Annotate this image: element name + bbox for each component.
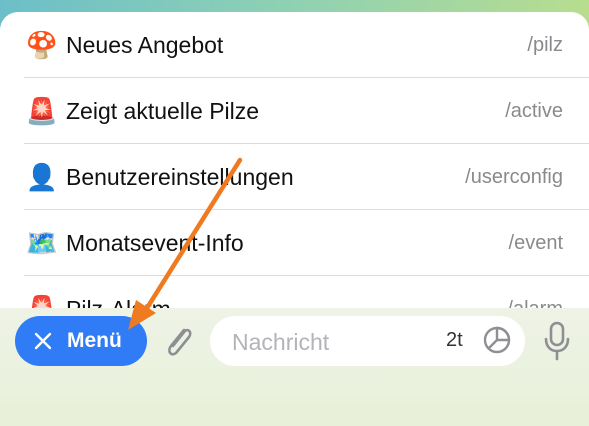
command-label: Monatsevent-Info	[66, 229, 244, 256]
menu-button[interactable]: Menü	[15, 316, 147, 366]
command-name: /userconfig	[465, 165, 563, 188]
message-counter: 2t	[446, 329, 463, 351]
siren-icon: 🚨	[25, 95, 59, 126]
microphone-icon[interactable]	[542, 320, 572, 362]
command-label: Benutzereinstellungen	[66, 163, 294, 190]
command-name: /pilz	[527, 33, 563, 56]
user-icon: 👤	[25, 161, 59, 192]
message-input-field[interactable]: 2t	[210, 316, 525, 366]
command-label: Zeigt aktuelle Pilze	[66, 97, 260, 124]
menu-button-label: Menü	[67, 329, 122, 352]
message-input[interactable]	[230, 326, 434, 358]
command-item-pilz[interactable]: 🍄 Neues Angebot /pilz	[24, 12, 589, 78]
paperclip-icon[interactable]	[160, 320, 196, 364]
mushroom-icon: 🍄	[25, 29, 59, 60]
close-icon	[34, 332, 52, 350]
command-list-panel: 🍄 Neues Angebot /pilz 🚨 Zeigt aktuelle P…	[0, 12, 589, 312]
command-name: /active	[505, 99, 563, 122]
command-name: /event	[508, 231, 563, 254]
command-label: Neues Angebot	[66, 31, 224, 58]
command-item-userconfig[interactable]: 👤 Benutzereinstellungen /userconfig	[24, 144, 589, 210]
map-icon: 🗺️	[25, 227, 59, 258]
command-item-active[interactable]: 🚨 Zeigt aktuelle Pilze /active	[24, 78, 589, 144]
command-item-event[interactable]: 🗺️ Monatsevent-Info /event	[24, 210, 589, 276]
command-item-alarm[interactable]: 🚨 Pilz-Alarm /alarm	[24, 276, 589, 313]
timer-icon[interactable]	[482, 325, 512, 355]
